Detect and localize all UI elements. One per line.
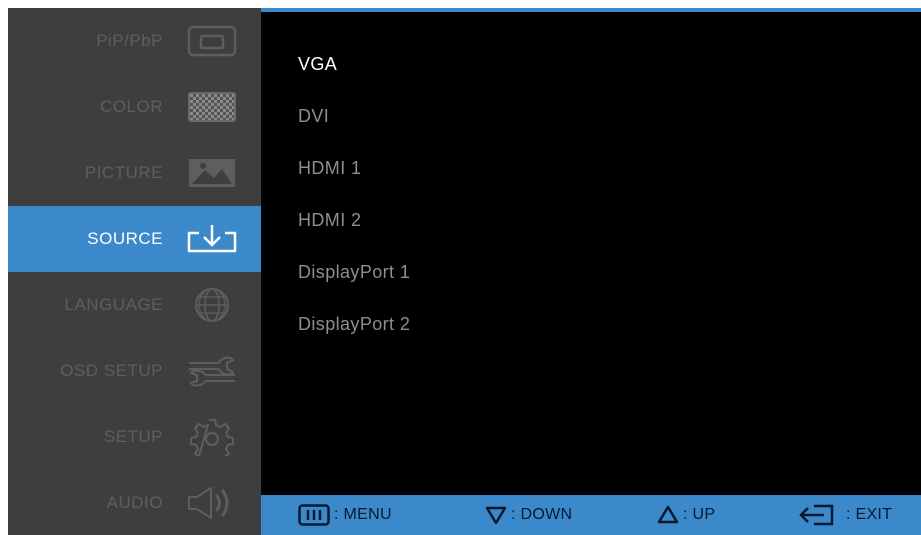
source-option-vga[interactable]: VGA [298, 54, 337, 75]
exit-arrow-icon [799, 504, 834, 526]
color-checker-icon [185, 89, 239, 125]
sidebar-item-label: COLOR [100, 97, 163, 116]
sidebar-item-source[interactable]: SOURCE [8, 206, 261, 272]
sidebar-item-pip-pbp[interactable]: PiP/PbP [8, 8, 261, 74]
sidebar-item-label: OSD SETUP [60, 361, 163, 380]
down-hint[interactable]: : DOWN [485, 495, 572, 535]
up-hint-label: : UP [683, 506, 716, 523]
source-option-hdmi-2[interactable]: HDMI 2 [298, 210, 361, 231]
sidebar-item-osd-setup[interactable]: OSD SETUP [8, 338, 261, 404]
source-option-dvi[interactable]: DVI [298, 106, 329, 127]
down-triangle-icon [485, 506, 507, 525]
down-hint-label: : DOWN [511, 506, 573, 523]
sidebar-item-label: PICTURE [84, 163, 163, 182]
sidebar: PiP/PbP COLOR PICTURE SOURCE LANGUAGE OS… [8, 8, 261, 535]
pip-icon [185, 23, 239, 59]
sidebar-item-label: LANGUAGE [64, 295, 163, 314]
exit-hint[interactable]: : EXIT [798, 495, 892, 535]
sidebar-item-audio[interactable]: AUDIO [8, 470, 261, 535]
exit-hint-label: : EXIT [846, 506, 893, 523]
source-option-hdmi-1[interactable]: HDMI 1 [298, 158, 361, 179]
source-list-panel: VGA DVI HDMI 1 HDMI 2 DisplayPort 1 Disp… [261, 8, 921, 495]
sidebar-item-label: SOURCE [87, 229, 163, 248]
speaker-icon [185, 485, 239, 521]
source-input-icon [185, 221, 239, 257]
sidebar-item-label: AUDIO [106, 493, 163, 512]
sidebar-item-picture[interactable]: PICTURE [8, 140, 261, 206]
osd-menu: PiP/PbP COLOR PICTURE SOURCE LANGUAGE OS… [8, 8, 921, 535]
wrench-icon [185, 353, 239, 389]
source-option-displayport-1[interactable]: DisplayPort 1 [298, 262, 410, 283]
gear-icon [185, 419, 239, 456]
menu-hint[interactable]: : MENU [298, 495, 392, 535]
up-triangle-icon [657, 505, 679, 524]
sidebar-item-setup[interactable]: SETUP [8, 404, 261, 470]
sidebar-item-language[interactable]: LANGUAGE [8, 272, 261, 338]
sidebar-item-color[interactable]: COLOR [8, 74, 261, 140]
sidebar-item-label: PiP/PbP [96, 31, 163, 50]
menu-button-icon [298, 504, 330, 526]
globe-icon [185, 287, 239, 323]
picture-icon [185, 155, 239, 191]
sidebar-item-label: SETUP [103, 427, 163, 446]
button-hint-bar: : MENU : DOWN : UP : EXIT [261, 495, 921, 535]
source-option-displayport-2[interactable]: DisplayPort 2 [298, 314, 410, 335]
up-hint[interactable]: : UP [657, 495, 715, 535]
menu-hint-label: : MENU [334, 506, 392, 523]
